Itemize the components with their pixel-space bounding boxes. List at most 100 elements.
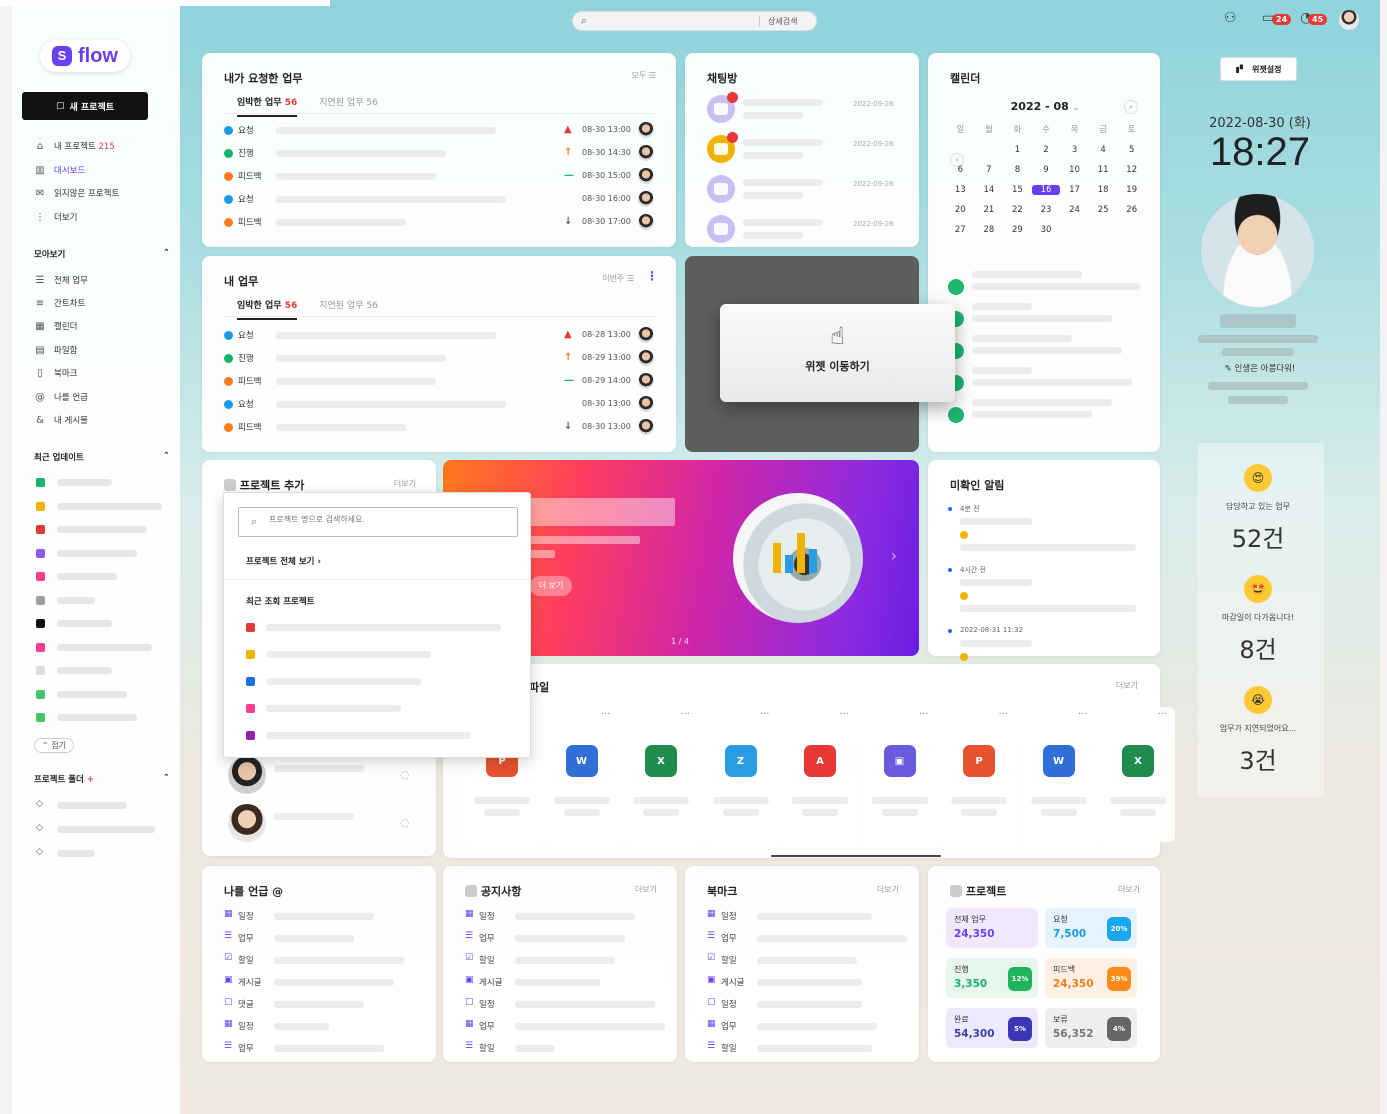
recent-project-item[interactable]	[57, 526, 147, 533]
calendar-day[interactable]: 30	[1032, 225, 1061, 235]
stat-box[interactable]: 요청 7,500 20%	[1045, 908, 1137, 948]
profile-photo[interactable]	[1201, 194, 1314, 307]
recent-project-item[interactable]	[57, 479, 112, 486]
sidebar-item-bookmark[interactable]: ▯ 북마크	[34, 367, 77, 380]
list-item[interactable]: ☑ 할일	[707, 952, 901, 968]
more-icon[interactable]: ···	[919, 709, 929, 720]
recent-project-item[interactable]	[57, 690, 127, 698]
more-link[interactable]: 더보기	[1118, 884, 1140, 895]
view-all-projects-link[interactable]: 프로젝트 전체 보기 ›	[246, 555, 321, 567]
recent-project-item[interactable]	[57, 667, 112, 674]
list-item[interactable]: ▣ 게시글	[224, 974, 418, 990]
stat-box[interactable]: 전체 업무 24,350	[946, 908, 1038, 948]
scrollbar[interactable]	[771, 855, 941, 857]
more-link[interactable]: 더보기	[1116, 680, 1138, 691]
sidebar-item-calendar[interactable]: ▦ 캘린더	[34, 320, 77, 333]
sidebar-item-more[interactable]: ⋮ 더보기	[34, 211, 77, 224]
recent-project-item[interactable]	[57, 502, 162, 510]
calendar-day[interactable]: 3	[1060, 145, 1089, 155]
counter-value[interactable]: 8건	[1190, 630, 1326, 665]
move-widget-overlay[interactable]: ☝ 위젯 이동하기	[720, 304, 955, 402]
stat-box[interactable]: 피드백 24,350 39%	[1045, 958, 1137, 998]
calendar-day[interactable]: 9	[1032, 165, 1061, 175]
project-search-input[interactable]	[269, 515, 499, 524]
counter-value[interactable]: 52건	[1190, 519, 1326, 554]
list-item[interactable]: ☰ 업무	[224, 930, 418, 946]
more-icon[interactable]: ···	[839, 709, 849, 720]
more-link[interactable]: 더보기	[394, 478, 416, 489]
task-row[interactable]: 피드백 ↓ 08-30 13:00	[224, 419, 656, 437]
list-item[interactable]: ☑ 할일	[465, 952, 659, 968]
recent-project-item[interactable]	[57, 573, 117, 580]
stat-box[interactable]: 진행 3,350 12%	[946, 958, 1038, 998]
task-row[interactable]: 피드백 — 08-30 15:00	[224, 168, 656, 186]
next-month-button[interactable]: ›	[1124, 100, 1138, 114]
recent-project-item[interactable]	[266, 624, 501, 631]
task-row[interactable]: 요청 08-30 16:00	[224, 191, 656, 209]
file-card[interactable]: ··· W	[545, 707, 619, 842]
calendar-day[interactable]: 12	[1117, 165, 1146, 175]
widget-settings-button[interactable]: ▮▘ 위젯설정	[1220, 57, 1297, 81]
task-row[interactable]: 피드백 ↓ 08-30 17:00	[224, 214, 656, 232]
more-icon[interactable]: ···	[680, 709, 690, 720]
more-vertical-icon[interactable]: ⋮	[646, 269, 658, 283]
recent-project-item[interactable]	[57, 714, 137, 721]
file-card[interactable]: ··· W	[1022, 707, 1096, 842]
counter-value[interactable]: 3건	[1190, 741, 1326, 776]
org-chart-icon[interactable]: ⚇	[1224, 10, 1237, 26]
calendar-day[interactable]: 17	[1060, 185, 1089, 195]
more-link[interactable]: 더보기	[635, 884, 657, 895]
flow-logo[interactable]: Sflow	[40, 40, 130, 72]
recent-project-item[interactable]	[266, 732, 471, 739]
calendar-day[interactable]: 24	[1060, 205, 1089, 215]
calendar-day[interactable]: 10	[1060, 165, 1089, 175]
calendar-day[interactable]: 7	[975, 165, 1004, 175]
file-card[interactable]: ··· Z	[704, 707, 778, 842]
calendar-day[interactable]: 22	[1003, 205, 1032, 215]
calendar-day[interactable]: 19	[1117, 185, 1146, 195]
calendar-day[interactable]: 18	[1089, 185, 1118, 195]
stat-box[interactable]: 완료 54,300 5%	[946, 1008, 1038, 1048]
sidebar-item-unread-projects[interactable]: ✉ 읽지않은 프로젝트	[34, 187, 119, 200]
list-item[interactable]: ▦ 일정	[465, 908, 659, 924]
calendar-day[interactable]: 15	[1003, 185, 1032, 195]
recent-project-item[interactable]	[266, 678, 421, 685]
file-card[interactable]: ··· ▣	[863, 707, 937, 842]
recent-project-item[interactable]	[266, 651, 431, 658]
list-item[interactable]: ☰ 할일	[465, 1040, 659, 1056]
sidebar-item-my-posts[interactable]: & 내 게시물	[34, 414, 88, 427]
calendar-event[interactable]	[972, 283, 1140, 290]
list-item[interactable]: ☑ 할일	[224, 952, 418, 968]
calendar-event[interactable]	[972, 411, 1092, 418]
list-item[interactable]: ▦ 일정	[224, 1018, 418, 1034]
chat-icon[interactable]: ◌	[400, 768, 410, 781]
calendar-event[interactable]	[972, 315, 1112, 322]
advanced-search-button[interactable]: 상세검색	[759, 16, 797, 27]
sidebar-item-all-tasks[interactable]: ☰ 전체 업무	[34, 274, 88, 287]
list-item[interactable]: ▦ 일정	[224, 908, 418, 924]
notification-item[interactable]	[960, 579, 1032, 586]
calendar-day[interactable]: 13	[946, 185, 975, 195]
collapse-button[interactable]: ⌃ 접기	[34, 738, 74, 753]
collect-section-header[interactable]: 모아보기 ⌃	[34, 248, 170, 260]
calendar-day[interactable]: 1	[1003, 145, 1032, 155]
sidebar-item-my-projects[interactable]: ⌂ 내 프로젝트 215	[34, 140, 115, 153]
recent-project-item[interactable]	[57, 596, 95, 604]
sidebar-item-dashboard[interactable]: ▥ 대시보드	[34, 164, 85, 177]
more-icon[interactable]: ···	[601, 709, 611, 720]
task-row[interactable]: 요청 08-30 13:00	[224, 396, 656, 414]
list-item[interactable]: ▦ 일정	[707, 908, 901, 924]
file-card[interactable]: ··· A	[784, 707, 857, 842]
recent-project-item[interactable]	[266, 705, 401, 712]
week-filter[interactable]: 이번주 ☰	[602, 273, 634, 284]
file-card[interactable]: ··· X	[625, 707, 698, 842]
chat-icon[interactable]: ◌	[400, 816, 410, 829]
calendar-day[interactable]: 25	[1089, 205, 1118, 215]
project-search-input-wrap[interactable]: ⌕	[238, 507, 518, 537]
calendar-day[interactable]: 6	[946, 165, 975, 175]
calendar-day[interactable]: 5	[1117, 145, 1146, 155]
calendar-event[interactable]	[972, 379, 1132, 386]
chevron-right-icon[interactable]: ›	[891, 546, 897, 565]
chat-room-icon[interactable]	[707, 175, 735, 203]
more-link[interactable]: 더보기	[877, 884, 899, 895]
